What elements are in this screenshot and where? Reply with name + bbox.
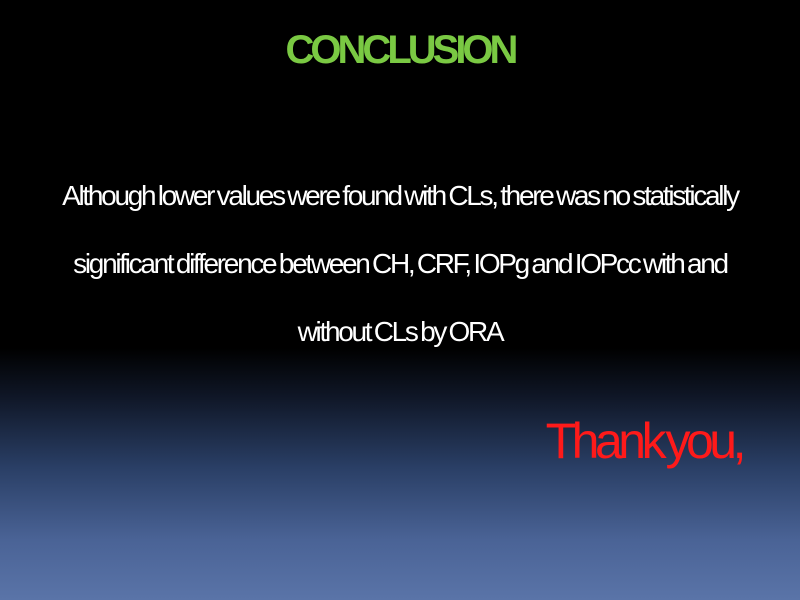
- thank-you-text: Thank you,: [545, 413, 747, 469]
- slide-title: CONCLUSION: [285, 28, 519, 72]
- conclusion-text: Although lower values were found with CL…: [62, 180, 740, 347]
